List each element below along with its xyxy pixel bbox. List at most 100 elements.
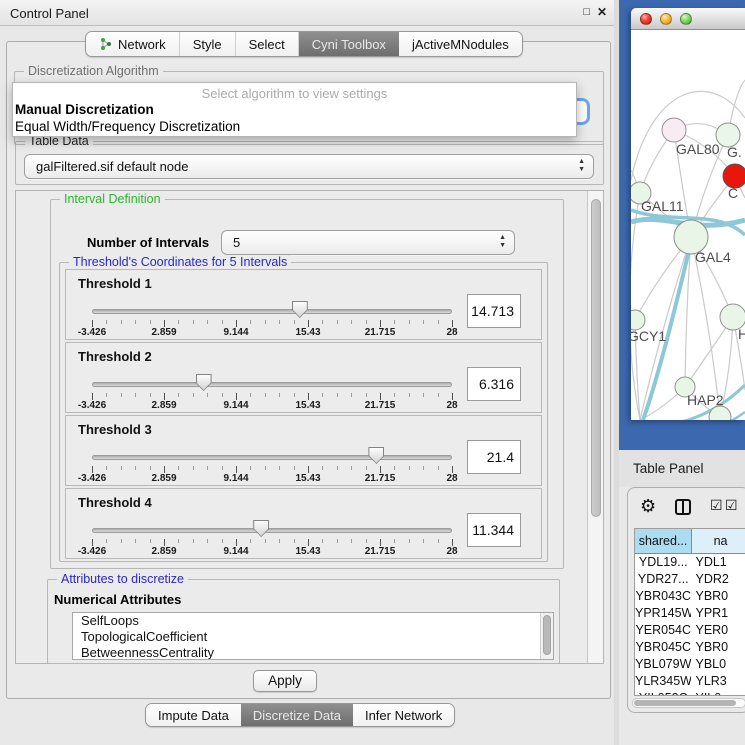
- threshold-value-field[interactable]: 11.344: [467, 513, 521, 547]
- threshold-label: Threshold 2: [78, 349, 152, 364]
- bottom-tab-discretize-data[interactable]: Discretize Data: [241, 704, 353, 726]
- close-icon[interactable]: ✕: [597, 6, 607, 19]
- attributes-group-title: Attributes to discretize: [57, 572, 188, 586]
- slider-tick-labels: -3.4262.8599.14415.4321.71528: [92, 327, 452, 339]
- threshold-value-field[interactable]: 21.4: [467, 440, 521, 474]
- tick-mark: [250, 466, 251, 470]
- tick-mark: [351, 320, 352, 324]
- tab-style[interactable]: Style: [180, 32, 236, 56]
- algorithm-option-manual-discretization[interactable]: Manual Discretization: [13, 101, 576, 118]
- tick-label: -3.426: [78, 546, 106, 557]
- tick-mark: [222, 466, 223, 470]
- tick-mark: [121, 320, 122, 324]
- tick-mark: [164, 393, 165, 400]
- tick-mark: [322, 466, 323, 470]
- slider-track[interactable]: [92, 455, 452, 460]
- columns-icon[interactable]: [675, 499, 691, 515]
- list-item[interactable]: TopologicalCoefficient: [73, 629, 553, 645]
- float-window-icon[interactable]: □: [583, 6, 590, 19]
- tick-mark: [452, 320, 453, 327]
- threshold-value-field[interactable]: 6.316: [467, 367, 521, 401]
- vertical-scrollbar-thumb[interactable]: [591, 199, 601, 517]
- minimize-traffic-light-icon[interactable]: [660, 13, 672, 25]
- table-row[interactable]: YBR045CYBR0: [635, 639, 745, 656]
- tick-mark: [423, 320, 424, 324]
- slider-thumb[interactable]: [253, 520, 269, 537]
- column-header-shared[interactable]: shared...: [635, 529, 692, 553]
- list-scrollbar-thumb[interactable]: [543, 615, 551, 655]
- network-canvas[interactable]: GAL80G.CGAL11GAL4GCY1HHAP2: [631, 30, 745, 420]
- tick-mark: [164, 466, 165, 473]
- tick-mark: [423, 466, 424, 470]
- numerical-attributes-list[interactable]: SelfLoopsTopologicalCoefficientBetweenne…: [72, 612, 554, 660]
- table-row[interactable]: YBR043CYBR0: [635, 588, 745, 605]
- tab-select[interactable]: Select: [236, 32, 299, 56]
- slider-track[interactable]: [92, 382, 452, 387]
- tab-jactivemnodules[interactable]: jActiveMNodules: [399, 32, 522, 56]
- tick-label: 21.715: [365, 473, 396, 484]
- zoom-traffic-light-icon[interactable]: [680, 13, 692, 25]
- list-item[interactable]: BetweennessCentrality: [73, 645, 553, 660]
- close-traffic-light-icon[interactable]: [640, 13, 652, 25]
- table-row[interactable]: YDL19...YDL1: [635, 554, 745, 571]
- network-panel: GAL80G.CGAL11GAL4GCY1HHAP2: [619, 0, 745, 450]
- table-cell: YBR045C: [635, 639, 691, 656]
- tick-mark: [236, 320, 237, 327]
- horizontal-scrollbar-thumb[interactable]: [634, 700, 736, 706]
- network-node-gcy1[interactable]: [631, 310, 645, 330]
- table-data-combo[interactable]: galFiltered.sif default node ▲▼: [24, 154, 594, 179]
- top-tab-bar: NetworkStyleSelectCyni ToolboxjActiveMNo…: [85, 31, 523, 57]
- threshold-value-field[interactable]: 14.713: [467, 294, 521, 328]
- bottom-tab-impute-data[interactable]: Impute Data: [146, 704, 241, 726]
- list-item[interactable]: SelfLoops: [73, 613, 553, 629]
- network-node-label: G.: [727, 144, 742, 160]
- slider-track[interactable]: [92, 309, 452, 314]
- network-edge: [631, 193, 640, 420]
- number-of-intervals-label: Number of Intervals: [87, 235, 209, 250]
- number-of-intervals-combo[interactable]: 5 ▲▼: [221, 230, 515, 255]
- tick-mark: [193, 466, 194, 470]
- checkbox-icon[interactable]: ☑: [725, 497, 738, 514]
- table-row[interactable]: YIL052CYIL0: [635, 690, 745, 695]
- table-row[interactable]: YPR145WYPR1: [635, 605, 745, 622]
- table-row[interactable]: YDR27...YDR2: [635, 571, 745, 588]
- tick-mark: [135, 320, 136, 324]
- vertical-scrollbar[interactable]: [587, 191, 603, 663]
- slider-track[interactable]: [92, 528, 452, 533]
- tick-mark: [366, 393, 367, 397]
- horizontal-scrollbar[interactable]: [632, 698, 745, 708]
- table-row[interactable]: YBL079WYBL0: [635, 656, 745, 673]
- bottom-tab-infer-network[interactable]: Infer Network: [353, 704, 454, 726]
- apply-button[interactable]: Apply: [253, 670, 317, 692]
- tab-cyni-toolbox[interactable]: Cyni Toolbox: [299, 32, 399, 56]
- network-window-titlebar[interactable]: [631, 8, 745, 30]
- algorithm-popup: Select algorithm to view settings Manual…: [12, 82, 577, 137]
- tick-mark: [322, 320, 323, 324]
- tick-mark: [351, 539, 352, 543]
- network-node-gal80[interactable]: [662, 118, 686, 142]
- tick-mark: [380, 539, 381, 546]
- list-scrollbar[interactable]: [540, 613, 553, 659]
- threshold-panel-2: Threshold 2-3.4262.8599.14415.4321.71528…: [65, 342, 542, 413]
- tick-label: 15.43: [295, 473, 320, 484]
- bottom-tab-bar: Impute DataDiscretize DataInfer Network: [145, 703, 455, 727]
- attribute-items: SelfLoopsTopologicalCoefficientBetweenne…: [73, 613, 553, 660]
- tick-mark: [250, 539, 251, 543]
- slider-thumb[interactable]: [368, 447, 384, 464]
- threshold-label: Threshold 1: [78, 276, 152, 291]
- tick-mark: [150, 393, 151, 397]
- slider-thumb[interactable]: [196, 374, 212, 391]
- node-table: shared...na YDL19...YDL1YDR27...YDR2YBR0…: [634, 528, 745, 696]
- slider-thumb[interactable]: [292, 301, 308, 318]
- table-row[interactable]: YER054CYER0: [635, 622, 745, 639]
- algorithm-option-equal-width-frequency-discretization[interactable]: Equal Width/Frequency Discretization: [13, 118, 576, 135]
- table-row[interactable]: YLR345WYLR3: [635, 673, 745, 690]
- tick-mark: [294, 466, 295, 470]
- tick-mark: [193, 393, 194, 397]
- checkbox-icon[interactable]: ☑: [710, 497, 723, 514]
- tick-mark: [452, 393, 453, 400]
- column-header-na[interactable]: na: [692, 529, 745, 553]
- network-node-label: GCY1: [631, 328, 666, 344]
- gear-icon[interactable]: ⚙: [640, 496, 656, 516]
- tab-network[interactable]: Network: [86, 32, 180, 56]
